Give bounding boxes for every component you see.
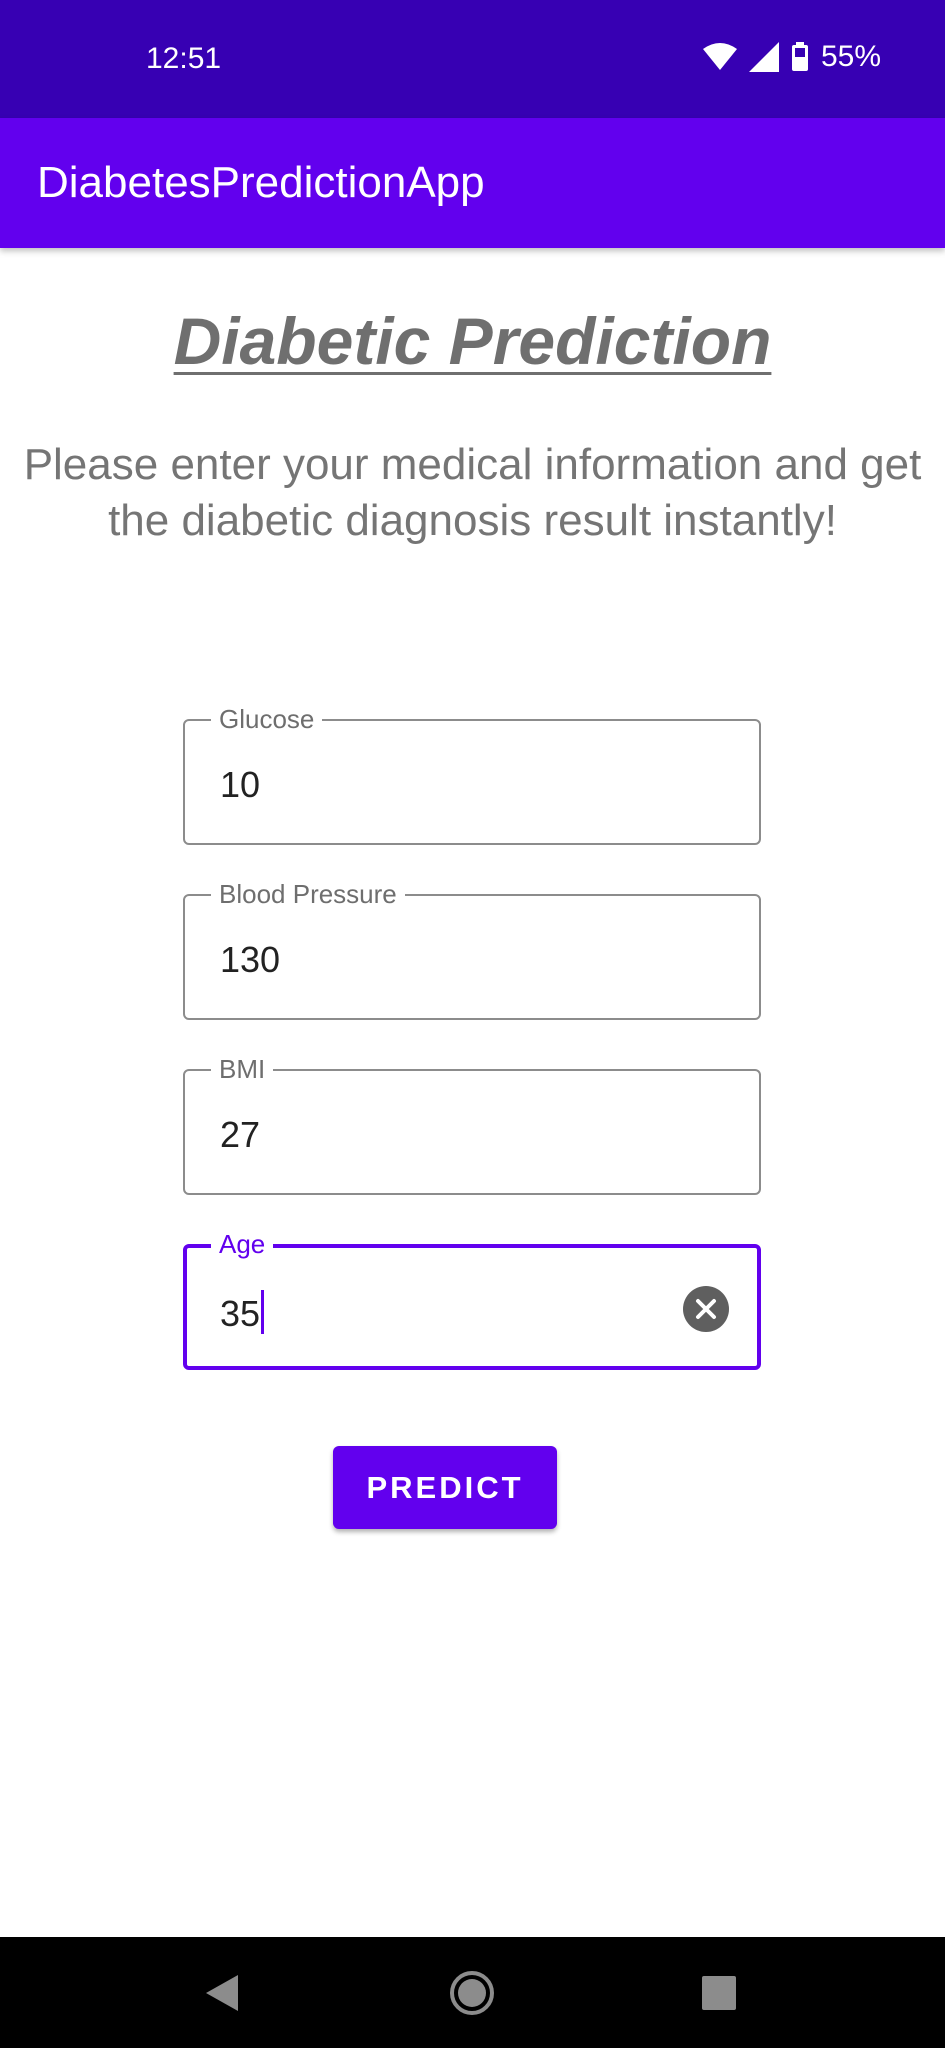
back-button[interactable] (196, 1967, 248, 2019)
age-input[interactable]: 35 (220, 1290, 265, 1334)
bmi-label: BMI (211, 1054, 274, 1084)
cellular-signal-icon (748, 42, 779, 72)
page-subtitle: Please enter your medical information an… (23, 440, 922, 545)
status-bar: 12:51 55% (0, 0, 945, 118)
glucose-input[interactable]: 10 (220, 765, 260, 805)
status-icons: 55% (702, 40, 881, 74)
battery-icon (791, 42, 808, 71)
text-cursor (261, 1290, 265, 1334)
page-title: Diabetic Prediction (173, 304, 772, 378)
recents-icon (702, 1976, 736, 2010)
home-icon (450, 1971, 494, 2015)
app-title: DiabetesPredictionApp (37, 158, 485, 207)
blood-pressure-input[interactable]: 130 (220, 940, 280, 980)
age-label: Age (211, 1229, 274, 1259)
wifi-icon (702, 43, 737, 70)
recents-button[interactable] (693, 1967, 745, 2019)
blood-pressure-label: Blood Pressure (211, 879, 405, 909)
home-button[interactable] (446, 1967, 498, 2019)
back-icon (206, 1975, 238, 2011)
bmi-input[interactable]: 27 (220, 1115, 260, 1155)
status-time: 12:51 (146, 42, 222, 75)
bmi-field[interactable]: BMI 27 (183, 1054, 761, 1195)
battery-percent: 55% (820, 40, 881, 73)
app-bar: DiabetesPredictionApp (0, 118, 945, 248)
navigation-bar (0, 1937, 945, 2048)
blood-pressure-field[interactable]: Blood Pressure 130 (183, 879, 761, 1020)
glucose-field[interactable]: Glucose 10 (183, 704, 761, 845)
glucose-label: Glucose (211, 704, 323, 734)
age-field[interactable]: Age 35 (183, 1229, 761, 1370)
predict-button[interactable]: PREDICT (333, 1446, 557, 1529)
clear-text-button[interactable] (683, 1286, 729, 1332)
age-input-text: 35 (220, 1293, 261, 1334)
close-icon (696, 1299, 716, 1319)
